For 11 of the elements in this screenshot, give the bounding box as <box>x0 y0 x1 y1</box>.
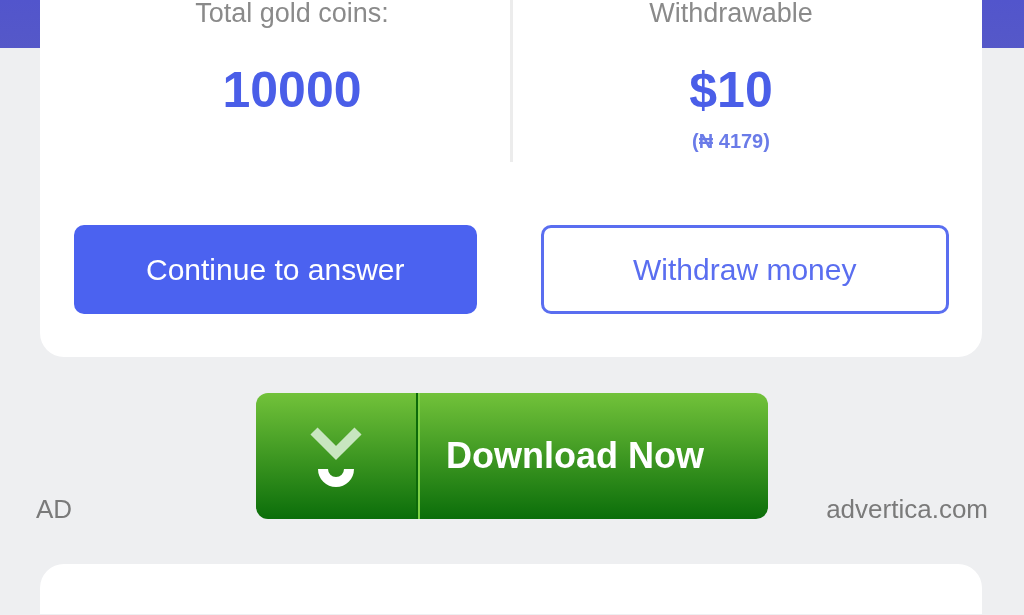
stat-label: Withdrawable <box>649 0 813 26</box>
continue-button[interactable]: Continue to answer <box>74 225 477 314</box>
download-icon <box>308 425 364 487</box>
stat-value: 10000 <box>222 62 362 118</box>
ad-domain[interactable]: advertica.com <box>826 494 988 525</box>
withdraw-button[interactable]: Withdraw money <box>540 225 949 314</box>
download-button[interactable]: Download Now <box>256 393 768 519</box>
ad-label: AD <box>36 494 73 525</box>
stat-value: $10 <box>689 62 773 118</box>
stat-note: (₦ 4179) <box>692 130 770 153</box>
stat-label: Total gold coins: <box>195 0 389 26</box>
